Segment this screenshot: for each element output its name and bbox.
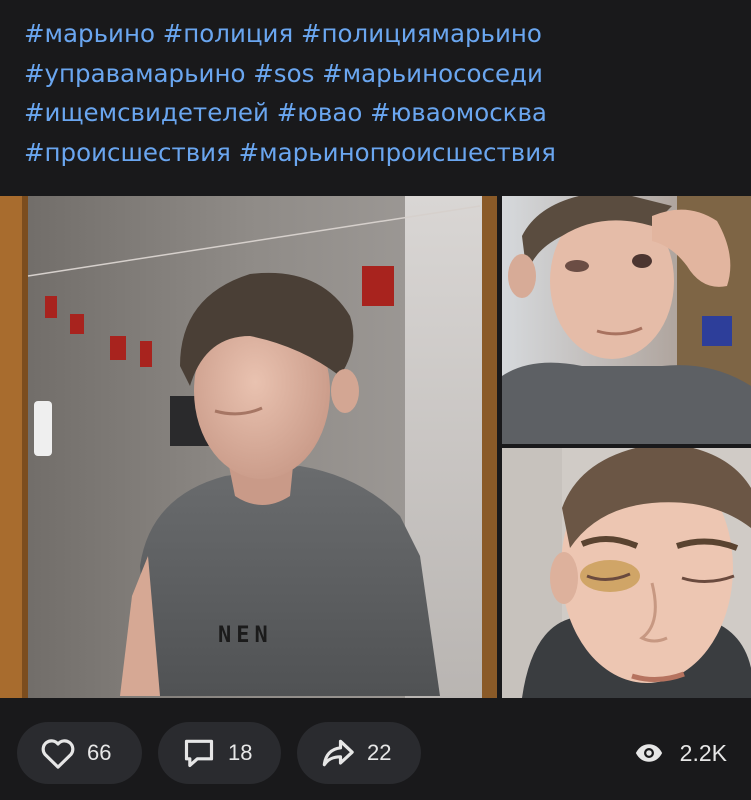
hashtag-link[interactable]: #sos [253, 59, 314, 88]
post-actions-bar: 66 18 22 2.2K [0, 698, 751, 800]
hashtag-link[interactable]: #марьинососеди [322, 59, 543, 88]
comment-count: 18 [228, 740, 253, 765]
photo-top-right-image [502, 196, 751, 444]
hashtag-link[interactable]: #ювао [277, 98, 363, 127]
hashtag-link[interactable]: #ювaoмосква [370, 98, 547, 127]
photo-top-right[interactable] [502, 196, 751, 444]
comment-icon [184, 739, 214, 768]
hashtag-link[interactable]: #управамарьино [24, 59, 245, 88]
like-button[interactable]: 66 [17, 722, 142, 784]
hashtag-link[interactable]: #полиция [163, 19, 293, 48]
comment-button[interactable]: 18 [158, 722, 281, 784]
share-arrow-icon [322, 739, 354, 767]
photo-bottom-right-image [502, 448, 751, 698]
photo-main-image: NEN [0, 196, 497, 698]
hashtag-link[interactable]: #происшествия [24, 138, 231, 167]
hashtag-link[interactable]: #марьино [24, 19, 155, 48]
views-counter: 2.2K [634, 738, 727, 768]
photo-gallery: NEN [0, 196, 751, 698]
hashtag-link[interactable]: #ищемсвидетелей [24, 98, 269, 127]
shirt-print-text: NEN [218, 623, 273, 648]
photo-bottom-right[interactable] [502, 448, 751, 698]
share-button[interactable]: 22 [297, 722, 421, 784]
hashtag-line: #ищемсвидетелей #ювао #ювaoмосква [24, 93, 734, 133]
heart-icon [41, 739, 75, 769]
hashtag-line: #марьино #полиция #полициямарьино [24, 14, 734, 54]
photo-main[interactable]: NEN [0, 196, 497, 698]
hashtag-line: #управамарьино #sos #марьинососеди [24, 54, 734, 94]
hashtag-link[interactable]: #марьинопроисшествия [239, 138, 556, 167]
hashtag-link[interactable]: #полициямарьино [301, 19, 542, 48]
share-count: 22 [367, 740, 392, 765]
like-count: 66 [87, 740, 112, 765]
views-count: 2.2K [679, 739, 727, 766]
hashtag-line: #происшествия #марьинопроисшествия [24, 133, 734, 173]
eye-icon [635, 744, 662, 762]
hashtag-block: #марьино #полиция #полициямарьино #управ… [24, 14, 734, 172]
